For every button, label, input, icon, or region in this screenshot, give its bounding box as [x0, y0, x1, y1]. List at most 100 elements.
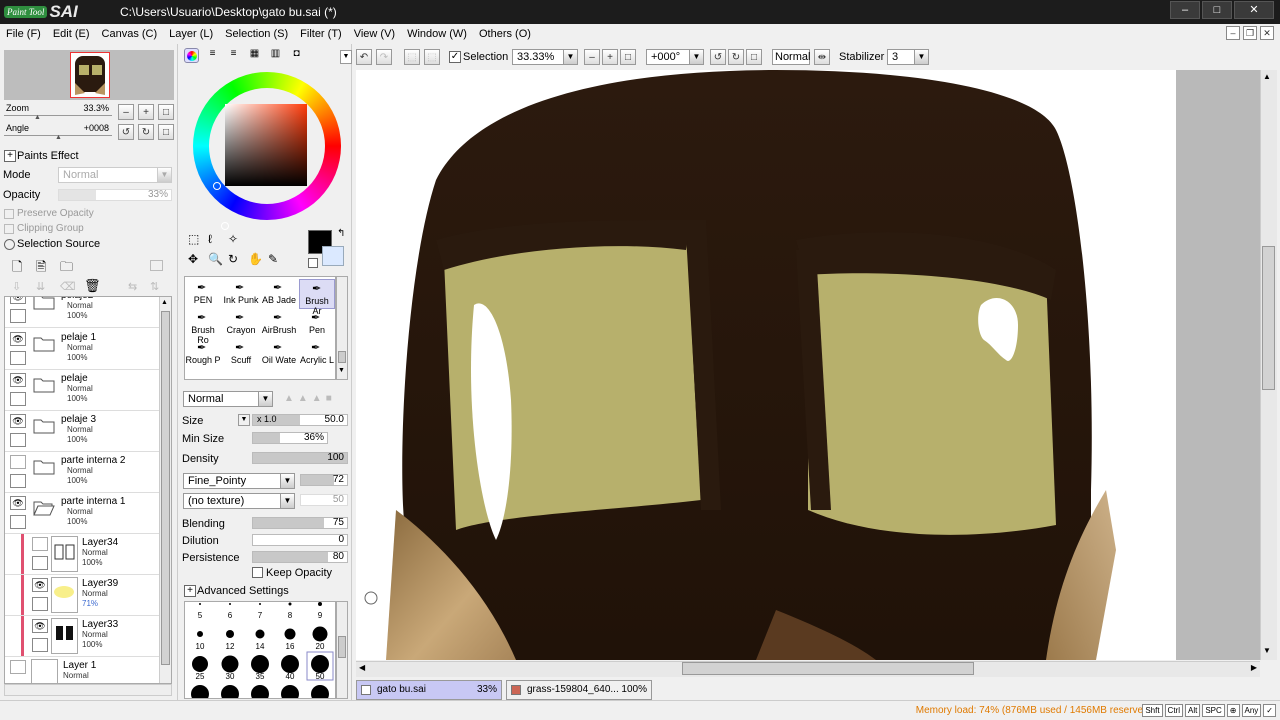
- rect-select-icon[interactable]: ⬚: [188, 232, 199, 246]
- delete-layer-icon[interactable]: 🗑: [84, 278, 101, 294]
- brush-size-30[interactable]: 30: [215, 672, 245, 681]
- visibility-eye-icon[interactable]: 👁: [10, 496, 26, 510]
- brush-size-10[interactable]: 10: [185, 642, 215, 651]
- brush-size-16[interactable]: 16: [275, 642, 305, 651]
- brush-size-5[interactable]: 5: [185, 611, 215, 620]
- rotate-ccw-button[interactable]: ↺: [118, 124, 134, 140]
- brush-size-20[interactable]: 20: [305, 642, 335, 651]
- tool-pen-2[interactable]: ✒ Pen: [299, 309, 335, 339]
- scratchpad-icon[interactable]: ◘: [289, 48, 304, 63]
- selection-source-checkbox[interactable]: [4, 239, 15, 250]
- dilution-slider[interactable]: 0: [252, 534, 348, 546]
- brush-texture-dropdown[interactable]: (no texture) ▼: [183, 493, 295, 509]
- angle-slider[interactable]: +0008: [4, 123, 112, 134]
- layers-scrollbar[interactable]: ▲: [159, 297, 171, 683]
- visibility-eye-icon[interactable]: 👁: [10, 373, 26, 387]
- menu-others[interactable]: Others (O): [473, 28, 537, 40]
- menu-view[interactable]: View (V): [348, 28, 401, 40]
- layer-row[interactable]: 👁 pelaje2 Normal 100%: [5, 297, 161, 328]
- visibility-eye-icon[interactable]: [10, 455, 26, 469]
- doc-tab-active[interactable]: gato bu.sai 33%: [356, 680, 502, 700]
- canvas-zoom-out-button[interactable]: –: [584, 49, 600, 65]
- tool-ink-punk[interactable]: ✒ Ink Punk: [223, 279, 259, 309]
- tool-panel-collapse-icon[interactable]: ▼: [340, 50, 352, 64]
- mdi-restore-button[interactable]: ❐: [1243, 26, 1257, 40]
- brush-blend-dropdown[interactable]: Normal ▼: [183, 391, 273, 407]
- density-slider[interactable]: 100: [252, 452, 348, 464]
- brush-size-40[interactable]: 40: [275, 672, 305, 681]
- brush-presets-scrollbar[interactable]: [336, 601, 348, 699]
- layers-hscrollbar[interactable]: [4, 684, 172, 696]
- flip-canvas-button[interactable]: ⇹: [814, 49, 830, 65]
- layer-extra-icon-2[interactable]: ⇅: [150, 280, 159, 293]
- tool-oil-water[interactable]: ✒ Oil Wate: [261, 339, 297, 369]
- tool-acrylic[interactable]: ✒ Acrylic L: [299, 339, 335, 369]
- deselect-button[interactable]: ⬚: [404, 49, 420, 65]
- blending-slider[interactable]: 75: [252, 517, 348, 529]
- zoom-tool-icon[interactable]: 🔍: [208, 252, 223, 266]
- brush-size-50[interactable]: 50: [305, 672, 335, 681]
- zoom-dropdown[interactable]: 33.33% ▼: [512, 49, 578, 65]
- advanced-expand-icon[interactable]: +: [184, 585, 196, 597]
- canvas-rotate-ccw-button[interactable]: ↺: [710, 49, 726, 65]
- new-linework-layer-icon[interactable]: 🖹: [36, 258, 46, 280]
- brush-texture-strength-slider[interactable]: 50: [300, 494, 348, 506]
- visibility-eye-icon[interactable]: 👁: [32, 619, 48, 633]
- rotation-dropdown[interactable]: +000° ▼: [646, 49, 704, 65]
- keep-opacity-checkbox[interactable]: [252, 567, 263, 578]
- minimize-button[interactable]: –: [1170, 1, 1200, 19]
- visibility-eye-icon[interactable]: 👁: [10, 414, 26, 428]
- menu-layer[interactable]: Layer (L): [163, 28, 219, 40]
- tool-grid-scrollbar[interactable]: ▼: [336, 276, 348, 380]
- layer-row[interactable]: 👁 pelaje Normal 100%: [5, 370, 161, 411]
- new-layer-icon[interactable]: 🗋: [12, 258, 22, 280]
- color-wheel-mode-icon[interactable]: [184, 48, 199, 63]
- zoom-slider[interactable]: 33.3%: [4, 103, 112, 114]
- tool-rough-p[interactable]: ✒ Rough P: [185, 339, 221, 369]
- visibility-eye-icon[interactable]: 👁: [10, 332, 26, 346]
- hand-icon[interactable]: ✋: [248, 252, 263, 266]
- visibility-eye-icon[interactable]: [10, 660, 26, 674]
- transfer-down-icon[interactable]: ⇩: [12, 280, 21, 293]
- new-folder-icon[interactable]: 🗀: [60, 258, 73, 280]
- close-button[interactable]: ✕: [1234, 1, 1274, 19]
- size-slider[interactable]: x 1.0 50.0: [252, 414, 348, 426]
- rotate-reset-button[interactable]: □: [158, 124, 174, 140]
- tool-brush-ar[interactable]: ✒ Brush Ar: [299, 279, 335, 316]
- brush-tip-shapes[interactable]: ▲▲▲■: [284, 393, 336, 404]
- brush-size-7[interactable]: 7: [245, 611, 275, 620]
- magic-wand-icon[interactable]: ✧: [228, 232, 238, 246]
- layer-row[interactable]: parte interna 2 Normal 100%: [5, 452, 161, 493]
- maximize-button[interactable]: □: [1202, 1, 1232, 19]
- menu-edit[interactable]: Edit (E): [47, 28, 96, 40]
- layer-row[interactable]: 👁 pelaje 1 Normal 100%: [5, 329, 161, 370]
- layer-select-checkbox[interactable]: [32, 556, 48, 570]
- canvas-rotate-cw-button[interactable]: ↻: [728, 49, 744, 65]
- eyedropper-icon[interactable]: ✎: [268, 252, 278, 266]
- zoom-in-button[interactable]: +: [138, 104, 154, 120]
- layer-row[interactable]: Layer34 Normal 100%: [5, 534, 161, 575]
- rgb-slider-icon[interactable]: ≡: [205, 48, 220, 63]
- canvas-area[interactable]: [356, 70, 1260, 660]
- visibility-eye-icon[interactable]: 👁: [10, 297, 26, 304]
- brush-size-6[interactable]: 6: [215, 611, 245, 620]
- layer-row[interactable]: Layer 1 Normal: [5, 657, 161, 683]
- layer-select-checkbox[interactable]: [32, 597, 48, 611]
- layer-select-checkbox[interactable]: [10, 474, 26, 488]
- brush-size-8[interactable]: 8: [275, 611, 305, 620]
- clipping-group-checkbox[interactable]: [4, 224, 14, 234]
- expand-icon[interactable]: +: [4, 150, 16, 162]
- opacity-slider[interactable]: 33%: [58, 189, 172, 201]
- layer-mode-dropdown[interactable]: Normal ▼: [58, 167, 172, 183]
- navigator-thumbnail[interactable]: [70, 52, 110, 98]
- tool-pen[interactable]: ✒ PEN: [185, 279, 221, 309]
- color-sv-square[interactable]: [225, 104, 307, 186]
- zoom-out-button[interactable]: –: [118, 104, 134, 120]
- canvas-zoom-reset-button[interactable]: □: [620, 49, 636, 65]
- layer-row[interactable]: 👁 pelaje 3 Normal 100%: [5, 411, 161, 452]
- canvas-horizontal-scroll-thumb[interactable]: [682, 662, 974, 675]
- tool-scuff[interactable]: ✒ Scuff: [223, 339, 259, 369]
- brush-size-35[interactable]: 35: [245, 672, 275, 681]
- tool-ab-jade[interactable]: ✒ AB Jade: [261, 279, 297, 309]
- visibility-eye-icon[interactable]: 👁: [32, 578, 48, 592]
